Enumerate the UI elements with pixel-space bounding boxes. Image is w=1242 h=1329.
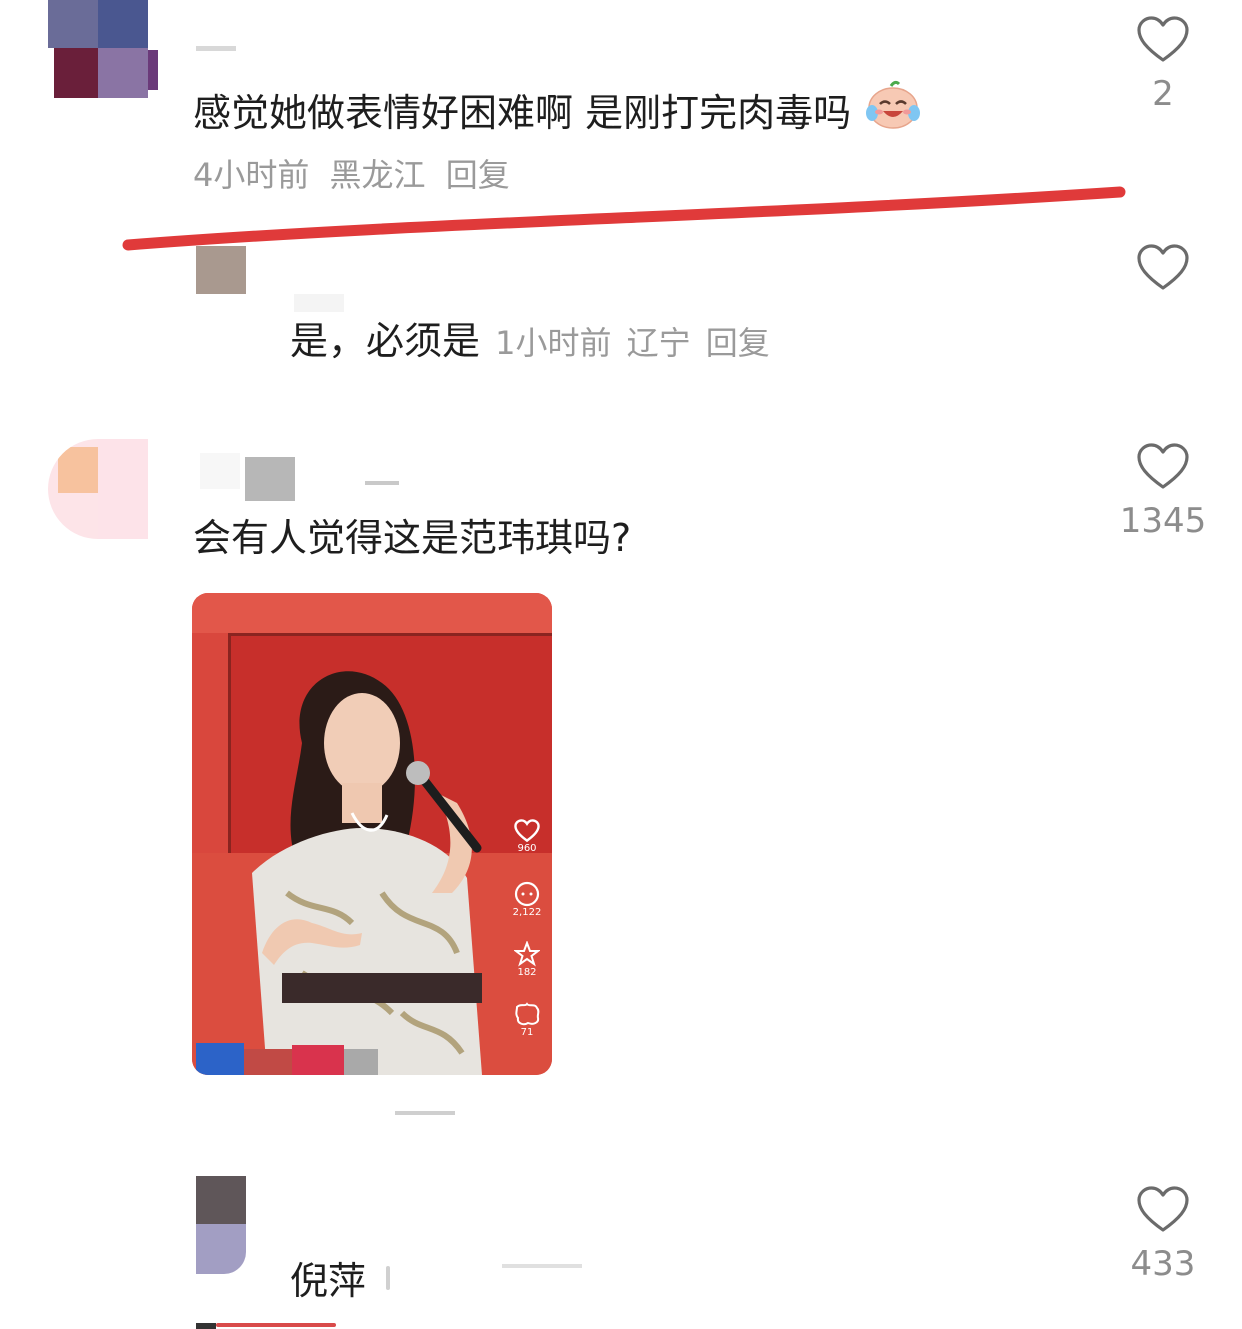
singer-figure — [252, 671, 482, 1075]
username-censored[interactable] — [200, 447, 420, 501]
video-favorite-stat: 182 — [505, 941, 549, 978]
censored-text — [395, 1111, 455, 1115]
reply-row: 是，必须是 1小时前 辽宁 回复 — [290, 310, 770, 365]
heart-icon — [514, 819, 540, 843]
video-comment-stat: 2,122 — [505, 881, 549, 918]
like-count: 433 — [1130, 1244, 1196, 1284]
comment-image[interactable]: 960 2,122 182 71 — [192, 593, 552, 1075]
comment-2-reply: 是，必须是 1小时前 辽宁 回复 — [0, 240, 1242, 370]
comment-bubble-icon — [514, 881, 540, 907]
avatar-censored[interactable] — [196, 246, 246, 294]
like-button[interactable]: 1345 — [1103, 443, 1223, 541]
comment-text: 会有人觉得这是范玮琪吗? — [193, 516, 632, 560]
video-share-stat: 71 — [505, 1001, 549, 1038]
censored-text — [386, 1262, 606, 1292]
comment-time: 1小时前 — [495, 324, 612, 362]
video-like-stat: 960 — [505, 819, 549, 854]
share-icon — [515, 1002, 540, 1026]
comment-location: 辽宁 — [626, 324, 691, 362]
heart-icon — [1137, 443, 1189, 489]
star-icon — [514, 941, 540, 967]
heart-icon — [1137, 244, 1189, 290]
heart-icon — [1137, 1186, 1189, 1232]
comment-text: 倪萍 — [290, 1259, 367, 1303]
like-button[interactable]: 433 — [1103, 1186, 1223, 1284]
reply-button[interactable]: 回复 — [706, 324, 770, 362]
comment-text: 是，必须是 — [290, 319, 481, 363]
avatar-censored[interactable] — [196, 1176, 246, 1274]
avatar-censored[interactable] — [48, 439, 148, 539]
like-count: 1345 — [1119, 501, 1207, 541]
comment-3: 会有人觉得这是范玮琪吗? 1345 960 2,122 182 71 — [0, 435, 1242, 1125]
censor-strip — [196, 1043, 244, 1075]
comment-4: 倪萍 433 — [0, 1176, 1242, 1329]
next-item-partial — [196, 1323, 616, 1329]
red-annotation-line — [122, 186, 1126, 251]
like-button[interactable] — [1103, 244, 1223, 292]
